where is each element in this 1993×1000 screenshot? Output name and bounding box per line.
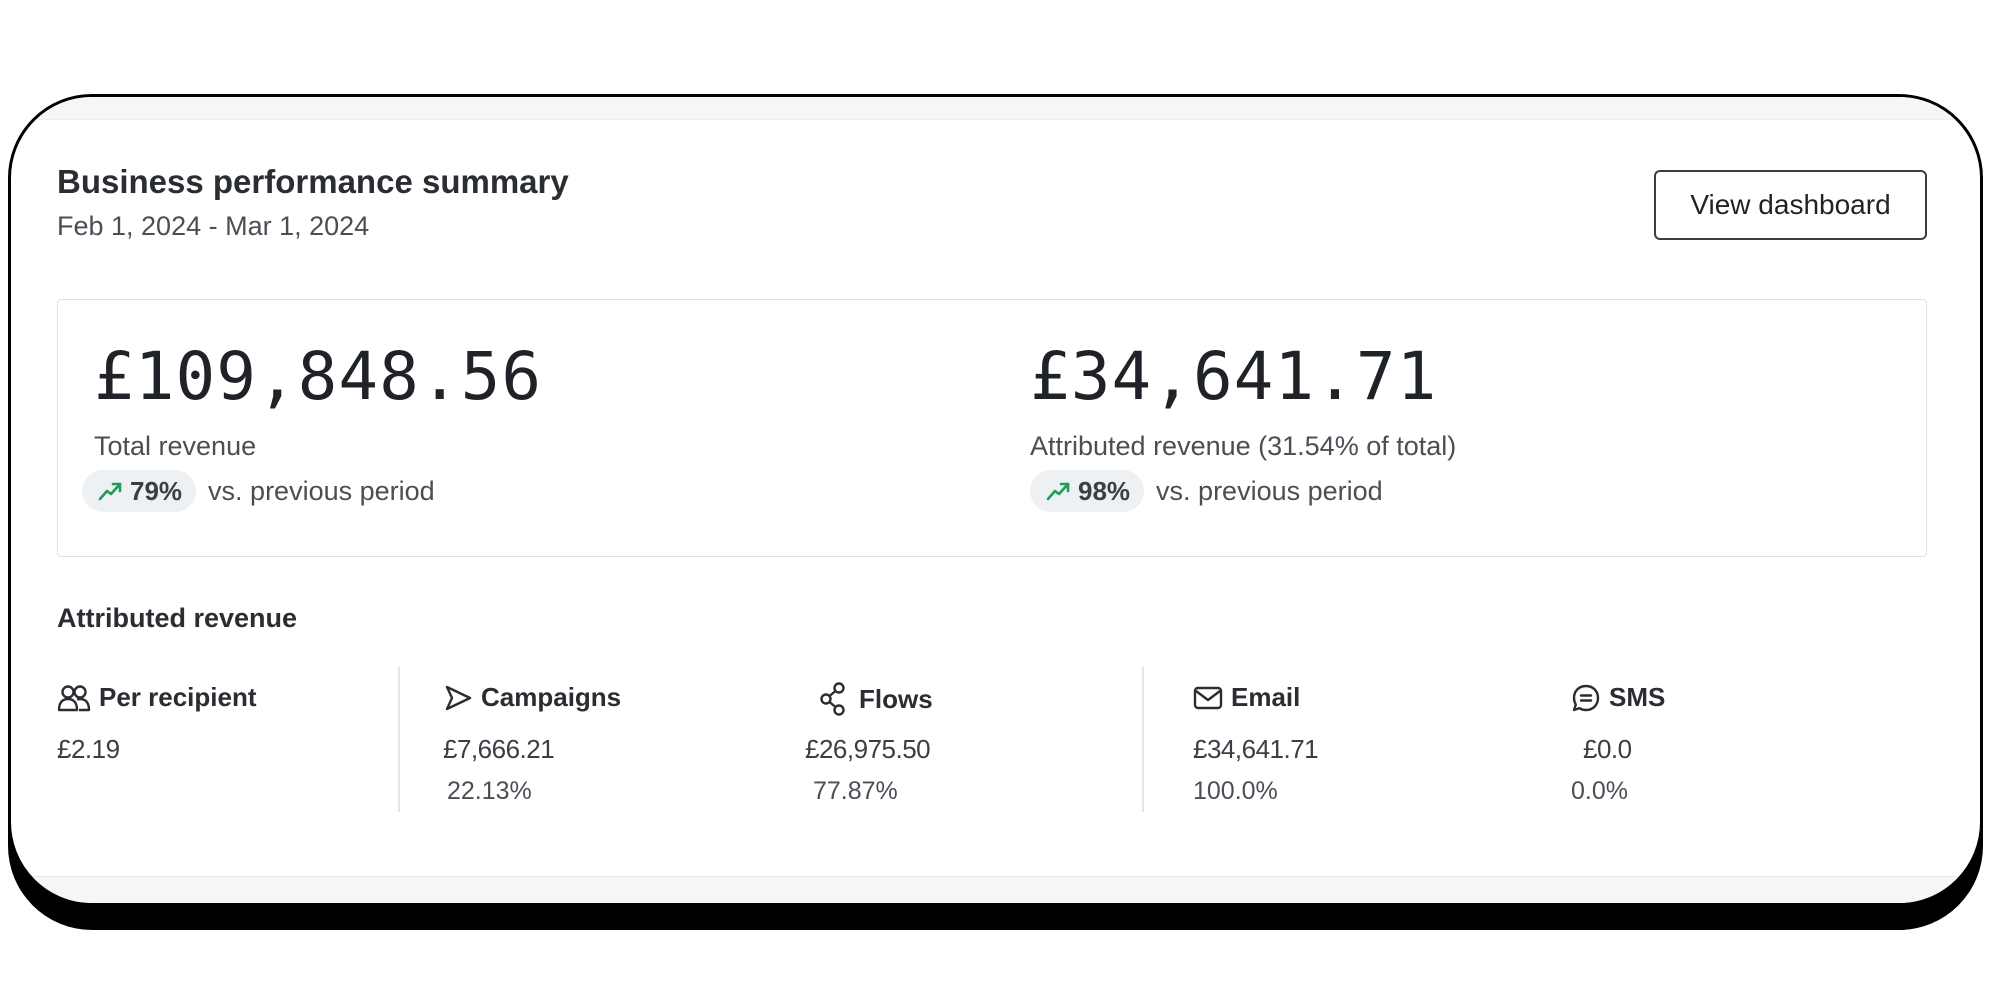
channel-percent: 100.0% xyxy=(1193,777,1278,805)
channel-sms: SMS £0.0 0.0% xyxy=(1571,682,1666,805)
channel-value: £7,666.21 xyxy=(443,734,555,764)
channel-label: SMS xyxy=(1609,682,1666,712)
divider xyxy=(398,667,400,812)
dashboard-card-frame: Business performance summary Feb 1, 2024… xyxy=(8,94,1983,906)
channel-label: Email xyxy=(1231,682,1301,712)
channel-percent: 22.13% xyxy=(447,777,532,805)
delta-value: 98% xyxy=(1078,475,1131,506)
delta-caption: vs. previous period xyxy=(1156,475,1383,506)
date-range: Feb 1, 2024 - Mar 1, 2024 xyxy=(57,211,370,241)
trend-up-icon xyxy=(98,480,124,502)
channel-flows: Flows £26,975.50 77.87% xyxy=(805,682,933,805)
delta-badge: 79% xyxy=(82,470,197,512)
channel-value: £34,641.71 xyxy=(1193,734,1319,764)
channel-label: Campaigns xyxy=(481,682,622,712)
view-dashboard-button[interactable]: View dashboard xyxy=(1654,170,1927,240)
channel-label: Per recipient xyxy=(99,682,257,712)
top-strip xyxy=(11,97,1980,120)
revenue-summary-card: £109,848.56 Total revenue 79% vs. previo… xyxy=(57,299,1927,557)
page-title: Business performance summary xyxy=(57,163,569,200)
channel-percent: 0.0% xyxy=(1571,777,1628,805)
channel-percent: 77.87% xyxy=(813,777,898,805)
channel-label: Flows xyxy=(859,683,933,714)
channel-per-recipient: Per recipient £2.19 xyxy=(57,682,257,764)
bottom-strip xyxy=(11,876,1980,903)
channel-campaigns: Campaigns £7,666.21 22.13% xyxy=(443,682,622,805)
attributed-revenue-label: Attributed revenue (31.54% of total) xyxy=(1030,431,1457,461)
total-revenue-value: £109,848.56 xyxy=(94,338,543,415)
channel-value: £0.0 xyxy=(1583,734,1632,764)
flow-icon xyxy=(819,682,851,716)
total-revenue-delta: 79% vs. previous period xyxy=(82,470,435,512)
channel-email: Email £34,641.71 100.0% xyxy=(1193,682,1319,805)
mail-icon xyxy=(1193,685,1223,711)
channel-value: £26,975.50 xyxy=(805,734,931,764)
attributed-revenue-value: £34,641.71 xyxy=(1030,338,1438,415)
total-revenue-label: Total revenue xyxy=(94,431,257,461)
divider xyxy=(1142,667,1144,812)
trend-up-icon xyxy=(1046,480,1072,502)
users-icon xyxy=(57,684,91,712)
delta-value: 79% xyxy=(130,475,183,506)
attributed-revenue-heading: Attributed revenue xyxy=(57,603,298,633)
delta-caption: vs. previous period xyxy=(208,475,435,506)
chat-icon xyxy=(1571,683,1601,713)
attributed-revenue-delta: 98% vs. previous period xyxy=(1030,470,1383,512)
channel-value: £2.19 xyxy=(57,734,120,764)
send-icon xyxy=(443,684,473,712)
delta-badge: 98% xyxy=(1030,470,1145,512)
